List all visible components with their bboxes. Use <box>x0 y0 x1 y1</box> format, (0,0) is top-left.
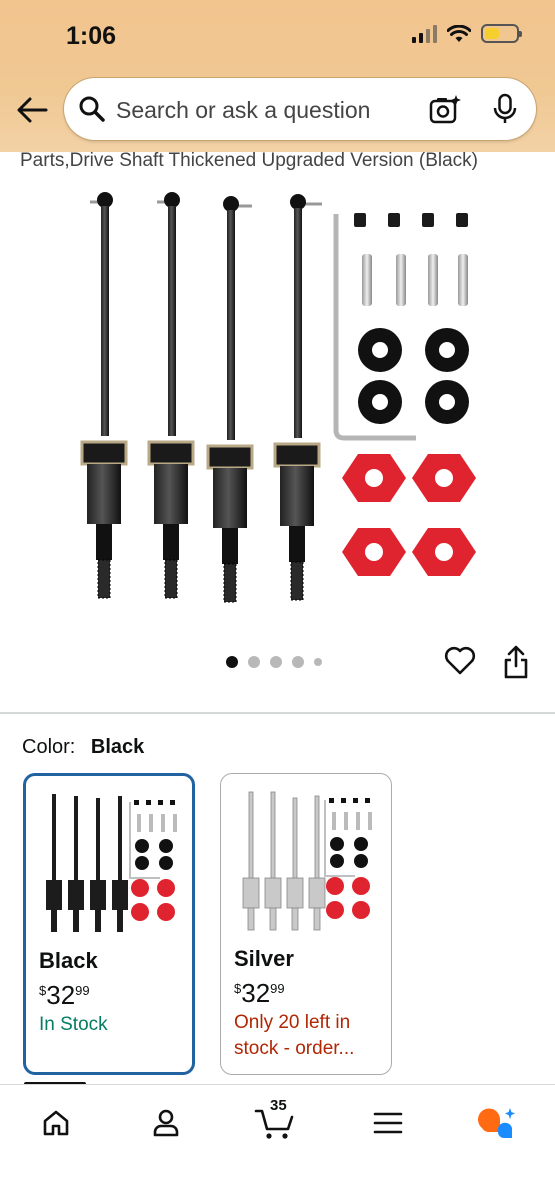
swatch-price: $3299 <box>234 978 285 1008</box>
swatch-name: Silver <box>234 946 294 971</box>
swatch-name: Black <box>39 948 98 973</box>
heart-icon[interactable] <box>444 646 476 676</box>
nav-menu[interactable] <box>366 1103 410 1143</box>
pager-dot-3[interactable] <box>270 656 282 668</box>
drive-shaft-1 <box>80 192 128 599</box>
cart-count-badge: 35 <box>270 1097 287 1114</box>
variation-label: Color: <box>22 736 76 758</box>
status-icons <box>412 24 522 43</box>
drive-shaft-2 <box>147 192 195 599</box>
nav-cart[interactable]: 35 <box>254 1097 298 1143</box>
back-button[interactable] <box>14 92 50 128</box>
nav-home[interactable] <box>34 1103 78 1143</box>
swatch-thumbnail-silver <box>242 791 372 931</box>
status-bar: 1:06 <box>0 0 555 70</box>
cellular-signal-icon <box>412 24 437 43</box>
camera-search-icon[interactable] <box>428 93 462 125</box>
swatch-price: $3299 <box>39 980 90 1010</box>
stock-status: Only 20 left in stock - order... <box>234 1012 355 1059</box>
search-icon <box>79 96 105 122</box>
variation-selected-value: Black <box>90 736 145 758</box>
bottom-navigation: 35 <box>0 1084 555 1200</box>
image-pager[interactable] <box>226 656 322 668</box>
microphone-icon[interactable] <box>492 93 518 125</box>
wifi-icon <box>447 24 471 42</box>
product-image[interactable] <box>70 180 490 610</box>
pager-dot-1[interactable] <box>226 656 238 668</box>
nav-account[interactable] <box>144 1103 188 1143</box>
section-divider <box>0 712 555 714</box>
app-header: 1:06 Search or ask a question <box>0 0 555 152</box>
swatch-silver[interactable]: Silver $3299 Only 20 left in stock - ord… <box>220 773 392 1075</box>
menu-icon <box>373 1112 403 1134</box>
swatch-black[interactable]: Black $3299 In Stock <box>23 773 195 1075</box>
account-icon <box>153 1109 179 1137</box>
black-nuts <box>358 328 469 424</box>
back-arrow-icon <box>17 97 48 123</box>
battery-icon <box>481 24 522 43</box>
search-placeholder: Search or ask a question <box>116 97 371 123</box>
red-hex-adapters <box>342 454 476 576</box>
pager-dot-5[interactable] <box>314 658 322 666</box>
pager-dot-2[interactable] <box>248 656 260 668</box>
stock-status: In Stock <box>39 1014 108 1035</box>
nav-rufus[interactable] <box>476 1103 520 1143</box>
variation-label-row: Color: Black <box>22 736 144 759</box>
drive-shaft-4 <box>273 194 322 601</box>
product-title: Parts,Drive Shaft Thickened Upgraded Ver… <box>20 150 478 171</box>
rufus-icon <box>478 1108 515 1138</box>
pins <box>362 254 468 306</box>
share-icon[interactable] <box>502 644 530 680</box>
grub-screws <box>354 213 468 227</box>
swatch-thumbnail-black <box>46 794 177 932</box>
pager-dot-4[interactable] <box>292 656 304 668</box>
home-icon <box>43 1110 69 1136</box>
status-time: 1:06 <box>66 22 117 50</box>
drive-shaft-3 <box>206 196 254 603</box>
search-input[interactable]: Search or ask a question <box>64 78 536 140</box>
